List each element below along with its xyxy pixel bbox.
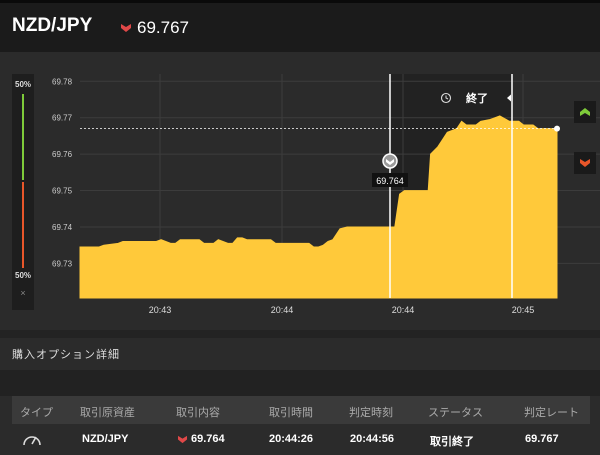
col-trade: 取引内容 [176, 407, 220, 419]
details-section-title: 購入オプション詳細 [12, 349, 120, 361]
row-judge-rate: 69.767 [525, 433, 559, 445]
row-trade-rate: 69.764 [191, 433, 225, 445]
price-chart[interactable]: 69.7869.7769.7669.7569.7469.73 20:43 20:4… [0, 0, 600, 330]
end-label-text: 終了 [466, 91, 488, 105]
section-divider [0, 330, 600, 338]
row-judge-time: 20:44:56 [350, 433, 395, 445]
col-asset: 取引原資産 [80, 407, 135, 419]
down-chevron-icon [580, 159, 590, 167]
entry-marker-label: 69.764 [376, 176, 404, 186]
y-tick-label: 69.77 [52, 114, 73, 123]
row-trade: 69.764 [178, 433, 225, 445]
x-tick-label: 20:45 [512, 305, 535, 315]
x-tick-label: 20:44 [392, 305, 415, 315]
up-chevron-icon [580, 108, 590, 116]
col-judge-rate: 判定レート [524, 407, 579, 419]
table-row[interactable]: NZD/JPY 69.764 20:44:26 20:44:56 取引終了 69… [12, 426, 590, 455]
details-table-header: タイプ 取引原資産 取引内容 取引時間 判定時刻 ステータス 判定レート [12, 396, 590, 424]
gauge-icon [23, 436, 41, 446]
col-judge-time: 判定時刻 [349, 407, 393, 419]
y-tick-label: 69.78 [52, 77, 73, 86]
y-axis-ticks: 69.78 69.77 69.76 69.75 69.74 69.73 [52, 77, 73, 268]
details-section-bar [0, 370, 600, 396]
col-trade-time: 取引時間 [269, 407, 313, 419]
x-tick-label: 20:43 [149, 305, 172, 315]
low-button[interactable] [574, 152, 596, 174]
high-button[interactable] [574, 101, 596, 123]
y-tick-label: 69.73 [52, 259, 73, 268]
col-status: ステータス [428, 407, 483, 419]
entry-down-icon [382, 153, 398, 169]
current-rate-dot [554, 125, 560, 132]
row-trade-time: 20:44:26 [269, 433, 314, 445]
x-axis-ticks: 20:43 20:44 20:44 20:45 [149, 305, 535, 315]
y-tick-label: 69.76 [52, 150, 73, 159]
row-status: 取引終了 [430, 436, 474, 448]
row-asset: NZD/JPY [82, 433, 129, 445]
x-tick-label: 20:44 [271, 305, 294, 315]
down-chevron-icon [178, 435, 187, 443]
y-tick-label: 69.75 [52, 187, 73, 196]
col-type: タイプ [20, 407, 53, 419]
y-tick-label: 69.74 [52, 223, 73, 232]
